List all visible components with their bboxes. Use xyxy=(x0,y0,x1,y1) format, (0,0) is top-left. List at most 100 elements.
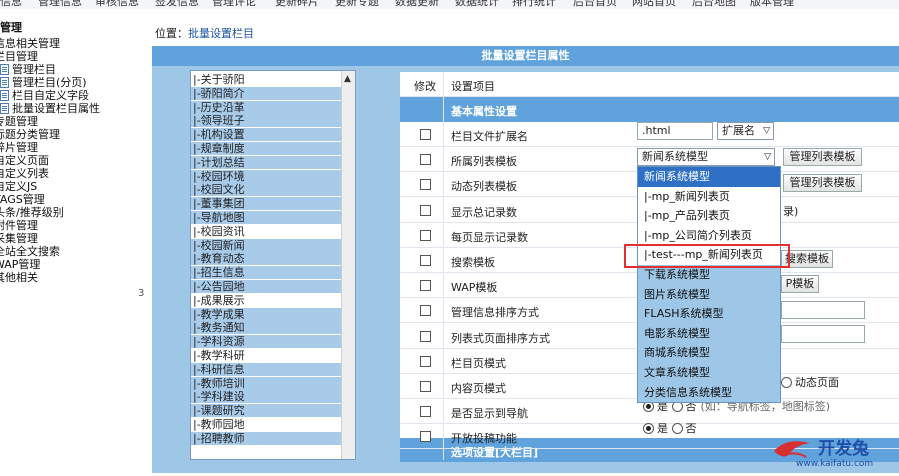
sidebar-item[interactable]: 批量设置栏目属性 xyxy=(0,102,100,115)
content-dynamic-option[interactable]: 动态页面 xyxy=(781,374,839,390)
modify-checkbox[interactable] xyxy=(420,129,431,140)
dropdown-option[interactable]: |-mp_产品列表页 xyxy=(638,206,780,226)
modify-checkbox[interactable] xyxy=(420,204,431,216)
sidebar-item[interactable]: 管理栏目(分页) xyxy=(0,76,87,89)
sidebar-item[interactable]: 自定义列表 xyxy=(0,167,49,180)
scroll-up-icon[interactable]: ▲ xyxy=(344,74,351,84)
sidebar-item[interactable]: 栏目管理 xyxy=(0,50,38,63)
modify-checkbox[interactable] xyxy=(420,355,431,367)
top-menu-item[interactable]: 后台地图 xyxy=(692,0,736,9)
top-menu-item[interactable]: 管理评论 xyxy=(212,0,256,9)
top-menu-item[interactable]: 更新专题 xyxy=(335,0,379,9)
top-menu-item[interactable]: 后台首页 xyxy=(573,0,617,9)
modify-checkbox[interactable] xyxy=(420,179,431,191)
column-option[interactable]: |-公告园地 xyxy=(191,280,341,293)
dropdown-option[interactable]: 新闻系统模型 xyxy=(638,167,780,187)
breadcrumb-link[interactable]: 批量设置栏目 xyxy=(188,27,254,40)
extension-select[interactable]: 扩展名 ▽ xyxy=(717,122,774,140)
radio-no-icon[interactable] xyxy=(671,423,683,434)
dropdown-option[interactable]: FLASH系统模型 xyxy=(638,304,780,324)
list-scrollbar[interactable]: ▲ xyxy=(341,71,355,459)
sidebar-item[interactable]: 头条/推荐级别 xyxy=(0,206,64,219)
radio-icon[interactable] xyxy=(781,377,792,388)
top-menu-item[interactable]: 网站首页 xyxy=(632,0,676,9)
modify-checkbox[interactable] xyxy=(420,330,431,342)
modify-checkbox[interactable] xyxy=(420,154,431,166)
column-option[interactable]: |-骄阳简介 xyxy=(191,86,341,100)
column-option[interactable]: |-教务通知 xyxy=(191,321,341,335)
modify-checkbox[interactable] xyxy=(420,305,431,317)
column-option[interactable]: |-校园文化 xyxy=(191,183,341,197)
top-menu-item[interactable]: 数据更新 xyxy=(395,0,439,9)
extension-input[interactable]: .html xyxy=(637,122,713,140)
radio-yes-icon[interactable] xyxy=(643,423,654,434)
column-option[interactable]: |-课题研究 xyxy=(191,404,341,418)
submit-radio-group[interactable]: 是 否 xyxy=(643,420,697,436)
top-menu-item[interactable]: 管理信息 xyxy=(38,0,82,9)
list-template-select[interactable]: 新闻系统模型 ▽ xyxy=(637,148,775,166)
manage-sort-input[interactable] xyxy=(781,301,865,319)
sidebar-item[interactable]: 其他相关 xyxy=(0,271,38,284)
sidebar-item[interactable]: 自定义JS xyxy=(0,180,37,193)
dropdown-option[interactable]: 商城系统模型 xyxy=(638,343,780,363)
modify-checkbox[interactable] xyxy=(420,280,431,292)
column-option[interactable]: |-教学成果 xyxy=(191,307,341,321)
list-sort-input[interactable] xyxy=(781,325,865,343)
column-option[interactable]: |-招聘教师 xyxy=(191,431,341,445)
column-option[interactable]: |-校园资讯 xyxy=(191,225,341,238)
column-option[interactable]: |-董事集团 xyxy=(191,197,341,211)
sidebar-item[interactable]: 碎片管理 xyxy=(0,141,38,154)
column-option[interactable]: |-教学科研 xyxy=(191,349,341,362)
top-menu-item[interactable]: 审核信息 xyxy=(95,0,139,9)
column-option[interactable]: |-历史沿革 xyxy=(191,100,341,114)
column-option[interactable]: |-教育动态 xyxy=(191,252,341,266)
sidebar-item[interactable]: 附件管理 xyxy=(0,219,38,232)
sidebar-item[interactable]: 管理 xyxy=(0,21,22,34)
list-template-dropdown[interactable]: 新闻系统模型 |-mp_新闻列表页 |-mp_产品列表页 |-mp_公司简介列表页 |-… xyxy=(637,166,781,403)
top-menu-item[interactable]: 更新碎片 xyxy=(275,0,319,9)
modify-checkbox[interactable] xyxy=(420,255,431,266)
manage-wap-template-button[interactable]: P模板 xyxy=(781,275,819,293)
column-option[interactable]: |-领导班子 xyxy=(191,114,341,128)
dropdown-option[interactable]: 分类信息系统模型 xyxy=(638,383,780,403)
modify-checkbox[interactable] xyxy=(420,431,431,443)
manage-dynamic-template-button[interactable]: 管理列表模板 xyxy=(783,174,862,192)
column-option[interactable]: |-成果展示 xyxy=(191,294,341,307)
top-menu-item[interactable]: 版本管理 xyxy=(750,0,794,9)
column-select-list[interactable]: ▲ |-关于骄阳 |-骄阳简介 |-历史沿革 |-领导班子 |-机构设置 |-规章制度 |-… xyxy=(190,70,356,460)
column-option[interactable]: |-关于骄阳 xyxy=(191,73,341,86)
sidebar-item[interactable]: 管理栏目 xyxy=(0,63,56,76)
column-option[interactable]: |-计划总结 xyxy=(191,155,341,169)
sidebar-item[interactable]: 栏目自定义字段 xyxy=(0,89,89,102)
sidebar-item[interactable]: 信息相关管理 xyxy=(0,37,60,50)
modify-checkbox[interactable] xyxy=(420,381,431,392)
sidebar-item[interactable]: 标题分类管理 xyxy=(0,128,60,141)
dropdown-option[interactable]: |-mp_公司简介列表页 xyxy=(638,225,780,246)
modify-checkbox[interactable] xyxy=(420,406,431,418)
column-option[interactable]: |-机构设置 xyxy=(191,128,341,142)
top-menu-item[interactable]: 排行统计 xyxy=(512,0,556,9)
sidebar-item[interactable]: 专题管理 xyxy=(0,115,38,128)
sidebar-item[interactable]: 自定义页面 xyxy=(0,154,49,167)
column-option[interactable]: |-校园新闻 xyxy=(191,238,341,252)
top-menu-item[interactable]: 数据统计 xyxy=(455,0,499,9)
modify-checkbox[interactable] xyxy=(420,229,431,241)
column-option[interactable]: |-规章制度 xyxy=(191,142,341,155)
dropdown-option[interactable]: 电影系统模型 xyxy=(638,324,780,344)
column-option[interactable]: |-教师培训 xyxy=(191,376,341,390)
top-menu-item[interactable]: 签发信息 xyxy=(155,0,199,9)
sidebar-item[interactable]: 采集管理 xyxy=(0,232,38,245)
column-option[interactable]: |-科研信息 xyxy=(191,362,341,376)
column-option[interactable]: |-招生信息 xyxy=(191,266,341,280)
dropdown-option[interactable]: 文章系统模型 xyxy=(638,363,780,383)
column-option[interactable]: |-校园环境 xyxy=(191,169,341,183)
manage-list-template-button[interactable]: 管理列表模板 xyxy=(783,148,862,166)
column-option[interactable]: |-教师园地 xyxy=(191,418,341,431)
sidebar-item[interactable]: TAGS管理 xyxy=(0,193,45,206)
column-option[interactable]: |-导航地图 xyxy=(191,211,341,224)
dropdown-option[interactable]: 图片系统模型 xyxy=(638,285,780,305)
sidebar-item[interactable]: 全站全文搜索 xyxy=(0,245,60,258)
sidebar-item[interactable]: WAP管理 xyxy=(0,258,40,271)
column-option[interactable]: |-学科建设 xyxy=(191,390,341,404)
top-menu-item[interactable]: 信息 xyxy=(0,0,22,9)
